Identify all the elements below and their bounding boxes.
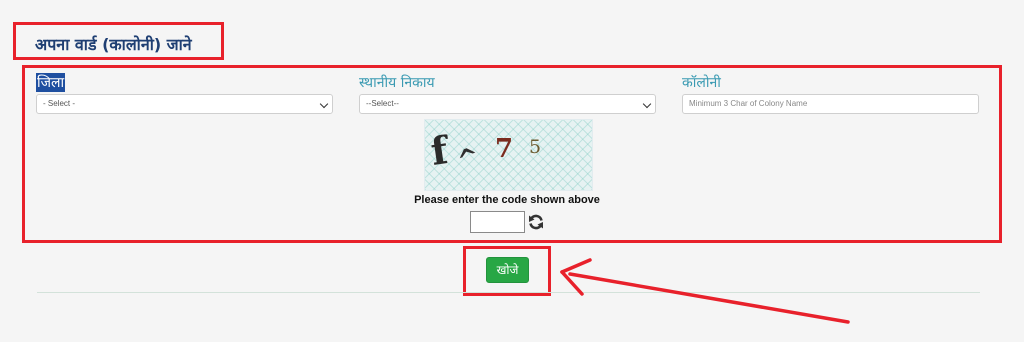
annotation-arrow — [560, 258, 850, 324]
